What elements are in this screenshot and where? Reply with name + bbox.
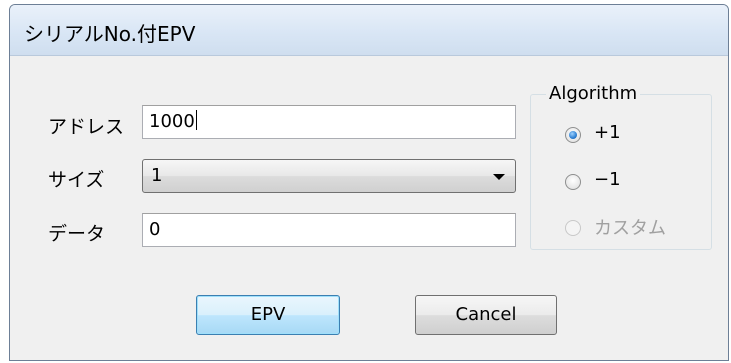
text-caret: [195, 110, 197, 130]
title-bar[interactable]: シリアルNo.付EPV: [10, 5, 728, 56]
radio-minus-one-label[interactable]: −1: [594, 169, 621, 190]
radio-custom-label: カスタム: [594, 218, 666, 239]
chevron-down-icon: [493, 174, 505, 180]
epv-button[interactable]: EPV: [196, 295, 340, 335]
radio-minus-one[interactable]: [565, 174, 581, 190]
size-label: サイズ: [48, 169, 105, 191]
radio-custom: [565, 220, 581, 236]
algorithm-legend: Algorithm: [546, 83, 641, 104]
data-value: 0: [149, 219, 161, 240]
epv-dialog: シリアルNo.付EPV アドレス 1000 サイズ 1 データ 0 Algori…: [9, 4, 729, 361]
size-select[interactable]: 1: [142, 159, 516, 193]
address-input[interactable]: 1000: [142, 105, 516, 139]
size-value: 1: [151, 165, 163, 186]
cancel-button[interactable]: Cancel: [415, 295, 557, 335]
data-label: データ: [48, 223, 106, 245]
data-input[interactable]: 0: [142, 213, 516, 247]
address-label: アドレス: [48, 116, 125, 138]
radio-plus-one[interactable]: [565, 127, 581, 143]
window-title: シリアルNo.付EPV: [24, 22, 196, 46]
radio-plus-one-label[interactable]: +1: [594, 122, 621, 143]
address-value: 1000: [149, 111, 195, 132]
